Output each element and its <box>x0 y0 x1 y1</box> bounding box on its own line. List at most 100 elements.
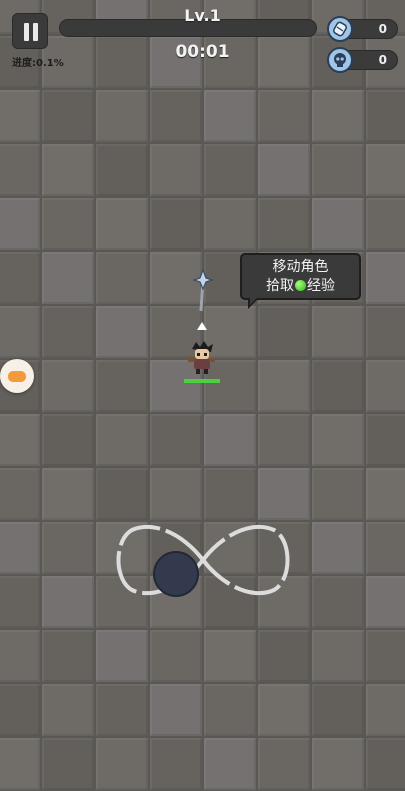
floor-tile <box>365 89 405 143</box>
floor-tile <box>41 89 95 143</box>
gamepad-button[interactable] <box>0 359 34 393</box>
floor-tile <box>0 251 41 305</box>
floor-tile <box>0 575 41 629</box>
floor-tile <box>41 359 95 413</box>
tutorial-tooltip: 移动角色 拾取 经验 <box>240 253 361 309</box>
player-health-bar <box>184 379 220 383</box>
floor-tile <box>95 143 149 197</box>
floor-tile <box>0 197 41 251</box>
floor-tile <box>311 467 365 521</box>
floor-tile <box>0 143 41 197</box>
floor-tile <box>0 89 41 143</box>
kill-count: 0 <box>378 53 387 67</box>
floor-tile <box>95 413 149 467</box>
floor-tile <box>257 467 311 521</box>
floor-tile <box>365 251 405 305</box>
floor-tile <box>311 575 365 629</box>
joystick-knob[interactable] <box>153 551 199 597</box>
floor-tile <box>41 575 95 629</box>
floor-tile <box>203 413 257 467</box>
floor-tile <box>365 143 405 197</box>
floor-tile <box>149 629 203 683</box>
floor-tile <box>95 683 149 737</box>
floor-tile <box>311 143 365 197</box>
floor-tile <box>149 89 203 143</box>
floor-tile <box>0 305 41 359</box>
floor-tile <box>365 521 405 575</box>
xp-orb-icon <box>295 280 306 291</box>
floor-tile <box>311 197 365 251</box>
floor-tile <box>203 629 257 683</box>
floor-tile <box>41 251 95 305</box>
floor-tile <box>41 413 95 467</box>
pause-icon <box>24 23 29 41</box>
floor-tile <box>257 683 311 737</box>
floor-tile <box>95 737 149 791</box>
floor-tile <box>311 521 365 575</box>
floor-tile <box>365 737 405 791</box>
floor-tile <box>95 305 149 359</box>
floor-tile <box>95 89 149 143</box>
floor-tile <box>149 143 203 197</box>
floor-tile <box>95 359 149 413</box>
tooltip-text-exp: 经验 <box>307 278 335 294</box>
floor-tile <box>41 305 95 359</box>
pause-icon-bar <box>33 23 38 41</box>
floor-tile <box>203 467 257 521</box>
floor-tile <box>203 197 257 251</box>
floor-tile <box>365 413 405 467</box>
floor-tile <box>41 467 95 521</box>
floor-tile <box>95 197 149 251</box>
floor-tile <box>0 521 41 575</box>
kunai-projectile-icon <box>192 268 214 312</box>
tooltip-line-1: 移动角色 <box>272 259 329 275</box>
floor-tile <box>203 683 257 737</box>
floor-tile <box>257 413 311 467</box>
floor-tile <box>311 737 365 791</box>
floor-tile <box>41 737 95 791</box>
floor-tile <box>41 197 95 251</box>
floor-tile <box>149 737 203 791</box>
floor-tile <box>149 197 203 251</box>
floor-tile <box>365 359 405 413</box>
floor-tile <box>203 89 257 143</box>
floor-tile <box>365 467 405 521</box>
gamepad-icon <box>8 371 26 382</box>
floor-tile <box>203 143 257 197</box>
floor-tile <box>0 737 41 791</box>
floor-tile <box>0 413 41 467</box>
floor-tile <box>0 467 41 521</box>
floor-tile <box>365 575 405 629</box>
floor-tile <box>0 629 41 683</box>
floor-tile <box>311 413 365 467</box>
floor-tile <box>365 683 405 737</box>
tooltip-text-pickup: 拾取 <box>266 278 294 294</box>
floor-tile <box>149 683 203 737</box>
floor-tile <box>311 629 365 683</box>
joystick-area[interactable] <box>114 515 292 605</box>
floor-tile <box>149 413 203 467</box>
tooltip-tail-inner <box>250 298 257 305</box>
floor-tile <box>365 305 405 359</box>
player-health-fill <box>184 379 220 383</box>
floor-tile <box>41 629 95 683</box>
floor-tile <box>311 89 365 143</box>
floor-tile <box>95 251 149 305</box>
tooltip-line-2: 拾取 经验 <box>242 277 359 296</box>
floor-tile <box>41 683 95 737</box>
gem-icon <box>327 16 353 42</box>
floor-tile <box>311 683 365 737</box>
skull-icon <box>327 47 353 73</box>
gem-count: 0 <box>378 22 387 36</box>
floor-tile <box>95 467 149 521</box>
floor-tile <box>149 467 203 521</box>
direction-arrow-icon <box>197 322 207 330</box>
floor-tile <box>95 629 149 683</box>
floor-tile <box>365 629 405 683</box>
floor-tile <box>365 197 405 251</box>
floor-tile <box>41 521 95 575</box>
floor-tile <box>257 737 311 791</box>
floor-tile <box>257 359 311 413</box>
infinity-guide-path <box>116 524 290 596</box>
kill-counter: 0 <box>327 47 398 73</box>
